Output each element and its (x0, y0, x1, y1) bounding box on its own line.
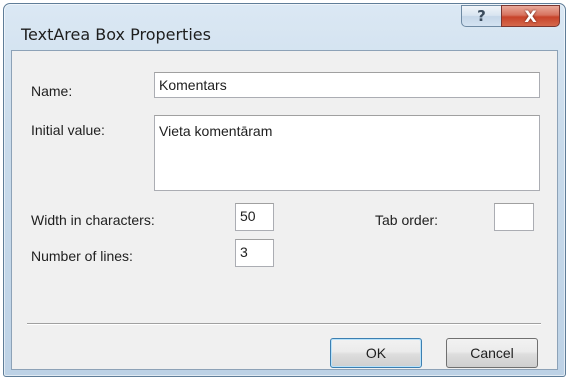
ok-button[interactable]: OK (330, 338, 422, 368)
width-in-characters-label: Width in characters: (31, 212, 155, 228)
dialog-title: TextArea Box Properties (21, 25, 211, 44)
tab-order-field[interactable] (494, 203, 534, 231)
cancel-button[interactable]: Cancel (446, 338, 538, 368)
dialog-window: TextArea Box Properties ? X Name: Koment… (3, 3, 566, 377)
name-field[interactable]: Komentars (154, 72, 540, 98)
title-bar[interactable]: TextArea Box Properties ? X (4, 4, 565, 48)
number-of-lines-label: Number of lines: (31, 248, 133, 264)
tab-order-label: Tab order: (375, 212, 439, 228)
number-of-lines-field[interactable]: 3 (235, 239, 274, 267)
close-icon: X (524, 6, 537, 26)
initial-value-field[interactable]: Vieta komentāram (154, 115, 540, 191)
name-label: Name: (31, 83, 73, 99)
initial-value-label: Initial value: (31, 122, 105, 138)
separator-line (27, 323, 541, 325)
help-button[interactable]: ? (461, 5, 502, 27)
dialog-body: Name: Komentars Initial value: Vieta kom… (11, 50, 558, 370)
width-in-characters-field[interactable]: 50 (235, 203, 274, 231)
help-icon: ? (477, 7, 486, 25)
close-button[interactable]: X (501, 5, 560, 27)
